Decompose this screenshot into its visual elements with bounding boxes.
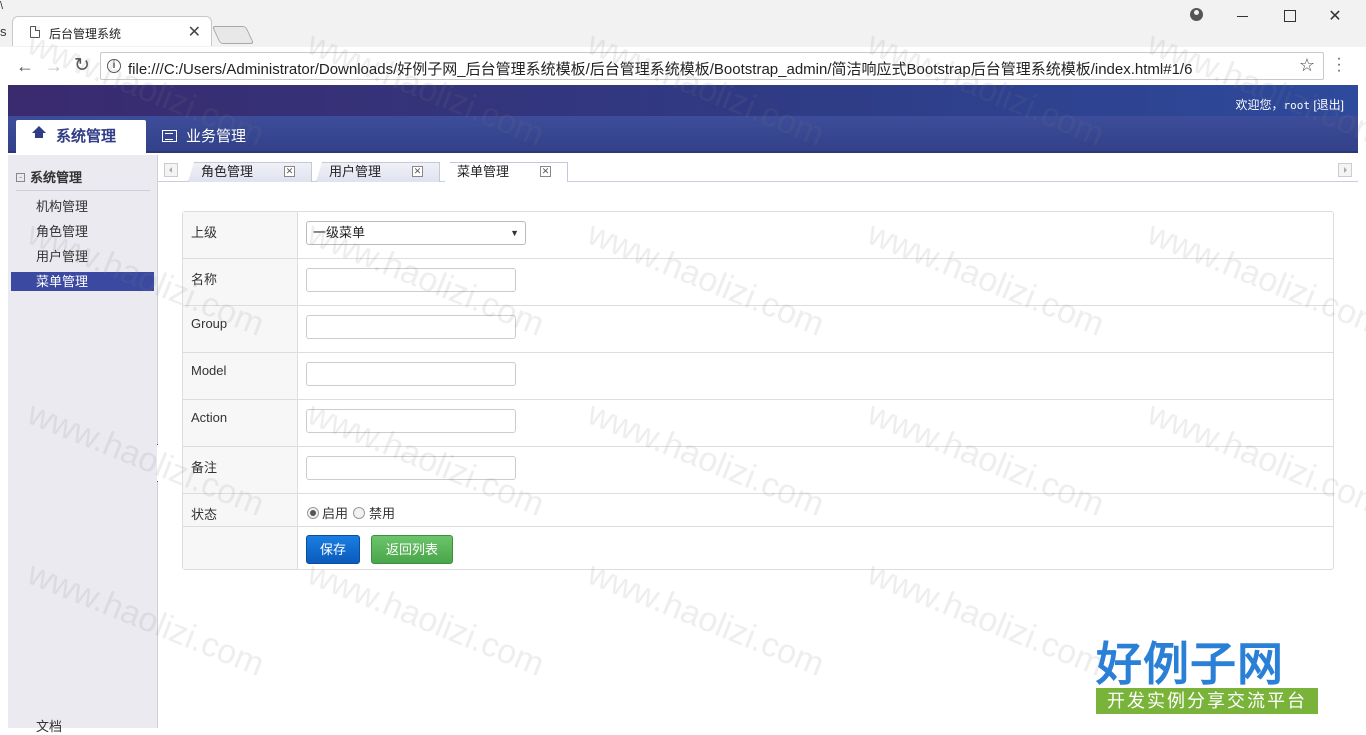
sidebar: - 系统管理 机构管理 角色管理 用户管理 菜单管理 [8,155,158,728]
back-arrow-icon[interactable]: ← [14,55,36,77]
tab-roles[interactable]: 角色管理 ✕ [188,162,312,182]
form-row-group: Group [183,305,1333,352]
page-tabs: 角色管理 ✕ 用户管理 ✕ 菜单管理 ✕ [158,160,1358,183]
url-text[interactable]: file:///C:/Users/Administrator/Downloads… [128,58,1192,79]
form-row-actions: 保存 返回列表 [183,526,1333,569]
app-header: 欢迎您，root [退出] [8,85,1358,116]
tab-menus[interactable]: 菜单管理 ✕ [444,162,568,183]
maximize-button[interactable] [1274,6,1304,26]
sidebar-group-header[interactable]: - 系统管理 [16,167,150,191]
form-row-model: Model [183,352,1333,399]
reload-icon[interactable]: ↻ [71,55,93,77]
welcome-prefix: 欢迎您， [1235,98,1284,112]
tab-label: 菜单管理 [457,164,510,179]
browser-tab-title: 后台管理系统 [49,27,122,41]
profile-icon[interactable] [1184,4,1210,24]
sidebar-group-label: 系统管理 [30,170,83,185]
close-window-button[interactable]: ✕ [1320,6,1350,26]
field-value [298,447,1333,493]
sidebar-item-menus[interactable]: 菜单管理 [11,272,154,291]
chevron-down-icon: ▼ [510,228,519,238]
main-nav: 系统管理 业务管理 [8,116,1358,153]
status-disabled-radio[interactable] [353,507,365,519]
select-value: 一级菜单 [313,225,366,240]
new-tab-button[interactable] [211,26,255,44]
field-value [298,306,1333,352]
field-value: 一级菜单 ▼ [298,212,1333,258]
sidebar-item-roles[interactable]: 角色管理 [11,222,154,241]
bookmark-star-icon[interactable]: ☆ [1299,55,1315,76]
close-tab-icon[interactable]: ✕ [412,166,423,177]
home-icon [32,126,46,141]
nav-system-management[interactable]: 系统管理 [16,120,146,153]
edge-fragment: s [0,24,7,39]
address-bar[interactable]: i file:///C:/Users/Administrator/Downloa… [100,52,1324,80]
field-label: 名称 [183,259,298,305]
username: root [1283,99,1310,112]
close-tab-icon[interactable]: ✕ [540,166,551,177]
sidebar-item-org[interactable]: 机构管理 [11,197,154,216]
radio-label: 启用 [322,506,349,521]
field-value [298,259,1333,305]
document-icon [30,26,40,38]
browser-toolbar: ← → ↻ i file:///C:/Users/Administrator/D… [0,47,1366,85]
field-value: 启用 禁用 [298,494,1333,526]
form-row-parent: 上级 一级菜单 ▼ [183,212,1333,258]
forward-arrow-icon[interactable]: → [43,55,65,77]
collapse-icon[interactable]: - [16,173,25,182]
minimize-button[interactable] [1228,6,1258,26]
sidebar-item-users[interactable]: 用户管理 [11,247,154,266]
nav-business-management[interactable]: 业务管理 [146,120,262,153]
field-label: Action [183,400,298,446]
form-row-name: 名称 [183,258,1333,305]
list-icon [162,130,177,142]
model-input[interactable] [306,362,516,386]
sidebar-footer-doc[interactable]: 文档 [36,716,62,735]
logo-title: 好例子网 [1096,637,1284,691]
field-value: 保存 返回列表 [298,527,1333,569]
field-label: 上级 [183,212,298,258]
site-logo-watermark: 好例子网 开发实例分享交流平台 [1094,628,1322,722]
form-row-remark: 备注 [183,446,1333,493]
browser-chrome: \ s 后台管理系统 ✕ ✕ ← → ↻ i file:///C:/Users/… [0,0,1366,85]
form-row-action: Action [183,399,1333,446]
tabs-scroll-left-icon[interactable] [164,163,178,177]
name-input[interactable] [306,268,516,292]
field-label: Model [183,353,298,399]
field-value [298,400,1333,446]
remark-input[interactable] [306,456,516,480]
form-row-status: 状态 启用 禁用 [183,493,1333,526]
field-value [298,353,1333,399]
field-label: 状态 [183,494,298,526]
tabs-scroll-right-icon[interactable] [1338,163,1352,177]
back-to-list-button[interactable]: 返回列表 [371,535,453,564]
tab-label: 用户管理 [329,164,382,179]
browser-menu-icon[interactable]: · · · [1334,51,1344,79]
status-enabled-radio[interactable] [307,507,319,519]
tab-label: 角色管理 [201,164,254,179]
group-input[interactable] [306,315,516,339]
menu-form: 上级 一级菜单 ▼ 名称 Group Model Action 备注 状态 启用… [182,211,1334,570]
radio-label: 禁用 [369,506,396,521]
close-tab-icon[interactable]: ✕ [188,22,201,42]
field-label: 备注 [183,447,298,493]
nav-label: 系统管理 [56,128,117,145]
action-input[interactable] [306,409,516,433]
tab-users[interactable]: 用户管理 ✕ [316,162,440,182]
browser-tabbar: \ s 后台管理系统 ✕ ✕ [0,0,1366,46]
info-icon[interactable]: i [107,59,121,73]
logout-link[interactable]: [退出] [1313,98,1344,112]
welcome-text: 欢迎您，root [退出] [1235,96,1344,113]
field-label: Group [183,306,298,352]
empty-label-cell [183,527,298,569]
browser-tab[interactable]: 后台管理系统 ✕ [12,16,212,46]
edge-fragment: \ [0,0,4,12]
nav-label: 业务管理 [186,128,247,145]
save-button[interactable]: 保存 [306,535,360,564]
logo-subtitle: 开发实例分享交流平台 [1096,688,1318,714]
close-tab-icon[interactable]: ✕ [284,166,295,177]
parent-menu-select[interactable]: 一级菜单 ▼ [306,221,526,245]
